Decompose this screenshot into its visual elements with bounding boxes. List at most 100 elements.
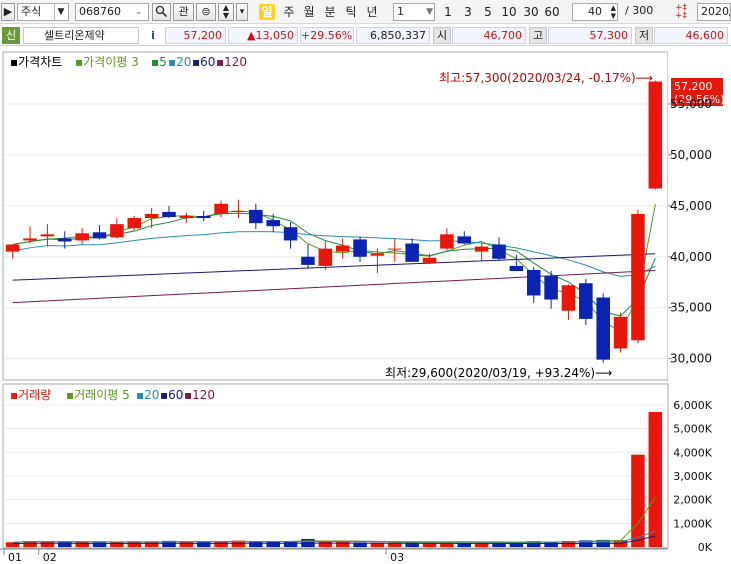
candle-body xyxy=(405,243,419,262)
volume-tick-label: 3,000K xyxy=(673,470,712,483)
search-button[interactable] xyxy=(152,3,171,21)
volume-bar xyxy=(214,541,228,547)
open-price: 46,700 xyxy=(452,27,526,44)
max-price-note: 최고:57,300(2020/03/24, -0.17%)⟶ xyxy=(439,71,653,85)
candle-body xyxy=(370,253,385,256)
period-minute[interactable]: 분 xyxy=(322,4,338,20)
candle-body xyxy=(196,216,211,219)
candle-body xyxy=(440,234,454,249)
candle-body xyxy=(353,239,367,257)
market-select[interactable]: 주식 ▼ xyxy=(17,3,69,21)
updown-stepper[interactable]: ▲ ▼ xyxy=(218,3,234,21)
link-icon[interactable]: ⊜ xyxy=(196,3,216,21)
panel-arrow-icon[interactable]: ▶ xyxy=(1,3,15,21)
candle-body xyxy=(457,236,472,244)
candle-body xyxy=(579,283,593,319)
candle-body xyxy=(335,245,350,252)
legend-volume: ▪거래량 xyxy=(10,388,51,402)
candle-body xyxy=(144,213,159,219)
chevron-down-icon[interactable]: ▼ xyxy=(426,4,433,20)
quick-30[interactable]: 30 xyxy=(522,4,540,20)
chevron-down-icon[interactable]: ▼ xyxy=(54,4,67,20)
candle-body xyxy=(266,220,280,227)
interval-select[interactable]: 1 ▼ xyxy=(393,3,435,21)
candle-body xyxy=(58,238,72,242)
candle-body xyxy=(5,244,20,252)
candle-body xyxy=(249,209,263,224)
stock-info-bar: 신 셀트리온제약 i 57,200 ▲13,050 +29.56% 6,850,… xyxy=(0,25,731,46)
price-tick-label: 50,000 xyxy=(670,148,712,162)
volume-tick-label: 6,000K xyxy=(673,399,712,412)
period-year[interactable]: 년 xyxy=(363,4,381,20)
quick-5[interactable]: 5 xyxy=(481,4,495,20)
count-value: 40 xyxy=(588,5,602,18)
interest-button[interactable]: 관 xyxy=(173,3,194,21)
market-select-value: 주식 xyxy=(21,5,42,18)
candle-body xyxy=(526,269,541,296)
volume-tick-label: 5,000K xyxy=(673,423,712,436)
candle-body xyxy=(301,256,315,265)
date-tick-label: 03 xyxy=(390,551,404,564)
period-month[interactable]: 월 xyxy=(301,4,317,20)
volume-bar xyxy=(5,542,20,547)
candle-body xyxy=(283,227,298,241)
volume-bar xyxy=(249,541,263,547)
volume-tick-label: 0K xyxy=(698,541,713,554)
legend-volume-ma120: ▪120 xyxy=(184,388,215,402)
candle-body xyxy=(596,297,610,360)
volume-bar xyxy=(179,542,194,547)
quick-60[interactable]: 60 xyxy=(543,4,561,20)
period-week[interactable]: 주 xyxy=(281,4,297,20)
credit-badge: 신 xyxy=(2,27,20,44)
candle-body xyxy=(162,211,176,218)
volume-bar xyxy=(266,541,280,547)
candle-body xyxy=(492,244,506,259)
count-input[interactable]: 40 ▲ ▼ xyxy=(572,3,618,21)
volume-bar xyxy=(75,542,89,547)
candle-body xyxy=(561,285,576,311)
volume-tick-label: 2,000K xyxy=(673,494,712,507)
legend-volume-ma60: ▪60 xyxy=(160,388,183,402)
volume-bar xyxy=(58,541,72,547)
chevron-down-icon[interactable]: ⌄ xyxy=(135,4,147,20)
candle-body xyxy=(544,276,558,300)
price-tick-label: 45,000 xyxy=(670,199,712,213)
stock-chart[interactable]: ▪가격차트 ▪가격이평 3 ▪5 ▪20 ▪60 ▪120 ▪거래량 ▪거래이평… xyxy=(0,46,731,564)
chevron-down-icon[interactable]: ▾ xyxy=(236,3,248,21)
legend-ma120: ▪120 xyxy=(216,55,247,69)
period-tick[interactable]: 틱 xyxy=(343,4,359,20)
date-axis-area xyxy=(0,549,731,564)
quick-1[interactable]: 1 xyxy=(441,4,455,20)
last-price-value: 57,200 xyxy=(674,80,713,93)
stock-code-value: 068760 xyxy=(79,5,121,18)
count-stepper-icon[interactable]: ▲ ▼ xyxy=(611,4,616,20)
stock-code-input[interactable]: 068760 ⌄ xyxy=(75,3,149,21)
min-price-note: 최저:29,600(2020/03/19, +93.24%)⟶ xyxy=(385,366,612,380)
candle-body xyxy=(631,213,645,341)
legend-price-chart: ▪가격차트 xyxy=(10,55,62,69)
interval-value: 1 xyxy=(397,5,404,18)
volume-value: 6,850,337 xyxy=(356,27,430,44)
volume-bar xyxy=(648,412,663,547)
period-day[interactable]: 일 xyxy=(259,4,275,20)
legend-ma20: ▪20 xyxy=(168,55,191,69)
spread-icon[interactable]: +‡ +‡ xyxy=(673,4,689,21)
price-change: ▲13,050 xyxy=(228,27,298,44)
quick-3[interactable]: 3 xyxy=(461,4,475,20)
high-price: 57,300 xyxy=(548,27,632,44)
top-toolbar: ▶ 주식 ▼ 068760 ⌄ 관 ⊜ ▲ ▼ ▾ 일 주 월 분 틱 년 1 ▼ 1 … xyxy=(0,0,731,24)
volume-tick-label: 4,000K xyxy=(673,446,712,459)
price-tick-label: 40,000 xyxy=(670,250,712,264)
high-label: 고 xyxy=(529,27,547,44)
date-tick-label: 02 xyxy=(43,551,57,564)
candle-body xyxy=(40,234,55,237)
price-panel[interactable] xyxy=(2,51,669,381)
volume-bar xyxy=(196,541,211,547)
legend-price-ma3: ▪가격이평 3 xyxy=(75,55,139,69)
stock-name[interactable]: 셀트리온제약 xyxy=(23,27,139,44)
date-input[interactable]: 2020/ xyxy=(697,3,731,21)
legend-volume-ma5: ▪거래이평 5 xyxy=(66,388,130,402)
quick-10[interactable]: 10 xyxy=(500,4,518,20)
info-icon[interactable]: i xyxy=(143,27,163,44)
low-label: 저 xyxy=(635,27,653,44)
